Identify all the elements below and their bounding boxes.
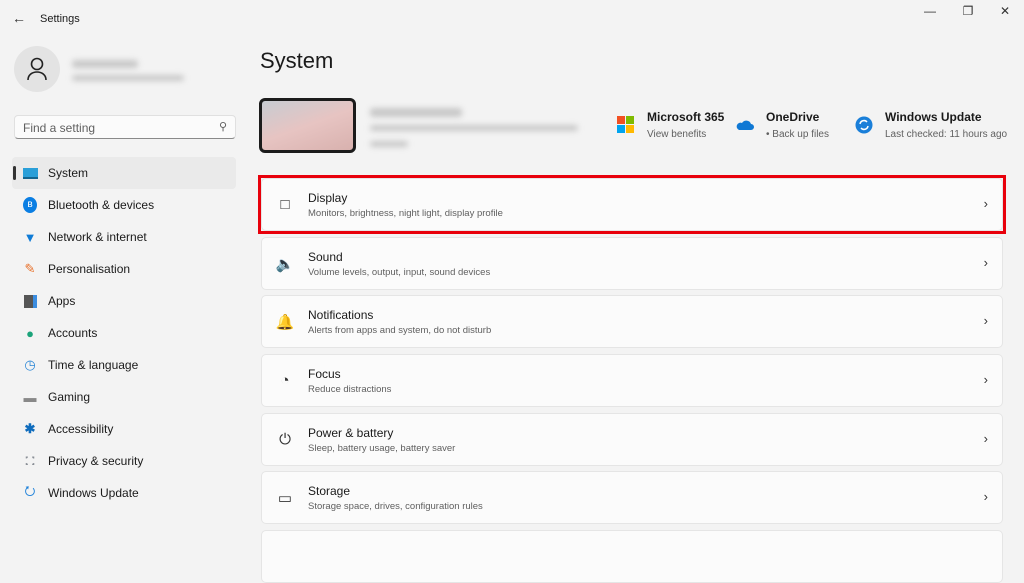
settings-card-focus[interactable]: ◔ Focus Reduce distractions › xyxy=(261,354,1003,407)
quick-link-subtitle: • Back up files xyxy=(766,129,829,140)
minimize-button[interactable]: — xyxy=(915,4,945,24)
settings-card-notifications[interactable]: 🔔 Notifications Alerts from apps and syste… xyxy=(261,295,1003,348)
power-battery-icon: ⏻ xyxy=(279,431,291,448)
sidebar-item-time-language[interactable]: ◷ Time & language xyxy=(12,349,236,381)
update-icon: ⭮ xyxy=(24,483,36,498)
apps-icon xyxy=(22,293,38,309)
sidebar-item-label: Windows Update xyxy=(48,486,139,500)
accessibility-icon: ✱ xyxy=(24,421,36,436)
onedrive-cloud-icon xyxy=(736,120,754,130)
chevron-right-icon: › xyxy=(983,431,988,446)
focus-icon: ◔ xyxy=(280,372,290,389)
microsoft-logo-icon xyxy=(617,116,634,133)
sidebar-item-label: Network & internet xyxy=(48,230,147,244)
quick-link-title: Windows Update xyxy=(885,110,982,124)
sidebar-item-label: Time & language xyxy=(48,358,139,372)
wifi-icon: ▼ xyxy=(23,229,37,245)
bluetooth-icon: ʙ xyxy=(22,197,38,213)
sidebar-item-bluetooth-devices[interactable]: ʙ Bluetooth & devices xyxy=(12,189,236,221)
brush-icon: ✎ xyxy=(24,261,36,276)
quick-link-title: OneDrive xyxy=(766,110,820,124)
back-arrow-icon[interactable]: ← xyxy=(12,10,26,26)
sidebar-item-label: Personalisation xyxy=(48,262,131,276)
quick-link-subtitle: Last checked: 11 hours ago xyxy=(885,129,1008,140)
settings-card-display[interactable]: □ Display Monitors, brightness, night ligh… xyxy=(261,178,1003,231)
app-title: Settings xyxy=(40,13,80,25)
chevron-right-icon: › xyxy=(983,489,988,504)
quick-link-title: Microsoft 365 xyxy=(647,110,725,124)
close-button[interactable]: ✕ xyxy=(990,4,1020,24)
sidebar-item-label: Bluetooth & devices xyxy=(48,198,155,212)
quick-link-subtitle: View benefits xyxy=(647,129,707,140)
chevron-right-icon: › xyxy=(983,313,988,328)
sidebar-item-system[interactable]: System xyxy=(12,157,236,189)
clock-globe-icon: ◷ xyxy=(24,357,36,372)
monitor-icon xyxy=(22,165,38,181)
card-subtitle: Monitors, brightness, night light, displ… xyxy=(308,207,503,219)
card-subtitle: Storage space, drives, configuration rul… xyxy=(308,500,483,512)
search-input[interactable]: Find a setting ⚲ xyxy=(14,115,236,139)
chevron-right-icon: › xyxy=(983,372,988,387)
settings-card-power-battery[interactable]: ⏻ Power & battery Sleep, battery usage, ba… xyxy=(261,413,1003,466)
avatar[interactable] xyxy=(14,46,60,92)
card-subtitle: Volume levels, output, input, sound devi… xyxy=(308,266,491,278)
card-title: Display xyxy=(308,190,348,205)
settings-card-partial[interactable] xyxy=(261,530,1003,583)
storage-icon: ▭ xyxy=(277,489,293,507)
sidebar-item-apps[interactable]: Apps xyxy=(12,285,236,317)
search-placeholder: Find a setting xyxy=(23,121,96,135)
settings-card-storage[interactable]: ▭ Storage Storage space, drives, configura… xyxy=(261,471,1003,524)
chevron-right-icon: › xyxy=(983,255,988,270)
controller-icon: ▬ xyxy=(23,389,37,405)
card-title: Notifications xyxy=(308,307,374,322)
sidebar-item-label: System xyxy=(48,166,89,180)
blurred-user-name xyxy=(72,60,138,68)
sidebar-item-personalisation[interactable]: ✎ Personalisation xyxy=(12,253,236,285)
card-title: Sound xyxy=(308,249,343,264)
blurred-device-model xyxy=(370,125,578,131)
sidebar-item-label: Accounts xyxy=(48,326,98,340)
card-subtitle: Alerts from apps and system, do not dist… xyxy=(308,324,492,336)
search-icon: ⚲ xyxy=(218,121,227,133)
sidebar-item-accessibility[interactable]: ✱ Accessibility xyxy=(12,413,236,445)
onedrive-link[interactable]: OneDrive • Back up files xyxy=(736,110,829,140)
person-icon xyxy=(27,57,47,81)
notifications-icon: 🔔 xyxy=(275,313,295,331)
page-title: System xyxy=(260,48,334,73)
blurred-rename-link xyxy=(370,141,408,147)
card-title: Storage xyxy=(308,483,351,498)
sidebar-item-label: Accessibility xyxy=(48,422,114,436)
card-subtitle: Reduce distractions xyxy=(308,383,392,395)
title-bar: ← Settings — ❐ ✕ xyxy=(0,0,1024,38)
display-icon: □ xyxy=(280,196,290,213)
sidebar-item-gaming[interactable]: ▬ Gaming xyxy=(12,381,236,413)
microsoft-365-link[interactable]: Microsoft 365 View benefits xyxy=(617,110,724,140)
card-title: Focus xyxy=(308,366,341,381)
sound-icon: 🔈 xyxy=(275,255,295,273)
card-title: Power & battery xyxy=(308,425,394,440)
sidebar-item-accounts[interactable]: ● Accounts xyxy=(12,317,236,349)
blurred-device-name xyxy=(370,108,462,117)
person-icon: ● xyxy=(26,325,34,341)
sidebar-item-windows-update[interactable]: ⭮ Windows Update xyxy=(12,477,236,509)
sidebar-item-privacy-security[interactable]: ⛚ Privacy & security xyxy=(12,445,236,477)
sidebar-nav: System ʙ Bluetooth & devices ▼ Network & int… xyxy=(12,157,236,509)
blurred-user-email xyxy=(72,75,184,81)
shield-icon: ⛚ xyxy=(25,453,35,468)
sidebar-item-label: Apps xyxy=(48,294,76,308)
update-icon xyxy=(855,116,873,134)
restore-button[interactable]: ❐ xyxy=(953,4,983,24)
sidebar-item-label: Gaming xyxy=(48,390,91,404)
sidebar-item-network-internet[interactable]: ▼ Network & internet xyxy=(12,221,236,253)
sidebar-item-label: Privacy & security xyxy=(48,454,144,468)
chevron-right-icon: › xyxy=(983,196,988,211)
card-subtitle: Sleep, battery usage, battery saver xyxy=(308,442,456,454)
windows-update-link[interactable]: Windows Update Last checked: 11 hours ago xyxy=(855,110,1007,140)
settings-card-sound[interactable]: 🔈 Sound Volume levels, output, input, soun… xyxy=(261,237,1003,290)
device-wallpaper-thumbnail[interactable] xyxy=(259,98,356,153)
